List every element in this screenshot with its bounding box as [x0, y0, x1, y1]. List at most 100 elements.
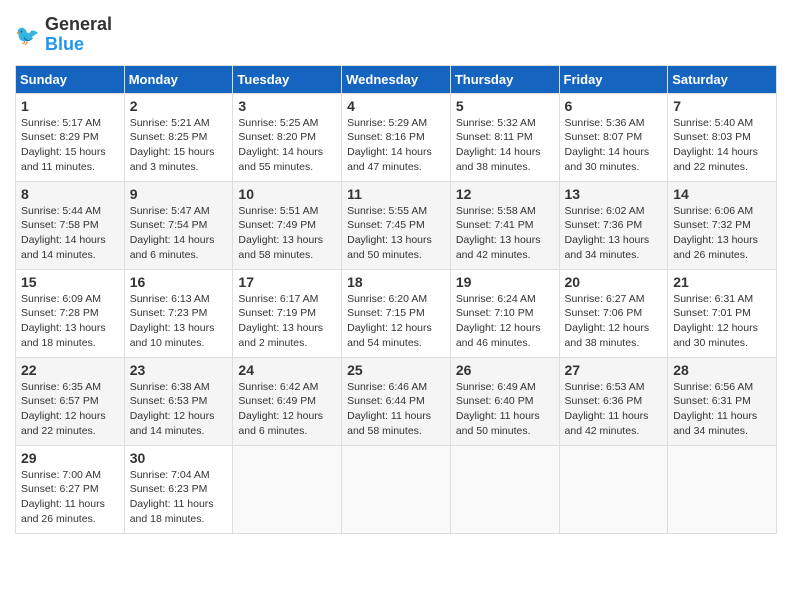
day-number: 29	[21, 450, 119, 466]
day-cell: 16 Sunrise: 6:13 AMSunset: 7:23 PMDaylig…	[124, 269, 233, 357]
day-cell: 10 Sunrise: 5:51 AMSunset: 7:49 PMDaylig…	[233, 181, 342, 269]
day-cell: 28 Sunrise: 6:56 AMSunset: 6:31 PMDaylig…	[668, 357, 777, 445]
col-header-thursday: Thursday	[450, 65, 559, 93]
day-info: Sunrise: 5:21 AMSunset: 8:25 PMDaylight:…	[130, 116, 228, 175]
day-info: Sunrise: 5:40 AMSunset: 8:03 PMDaylight:…	[673, 116, 771, 175]
day-number: 26	[456, 362, 554, 378]
week-row-2: 8 Sunrise: 5:44 AMSunset: 7:58 PMDayligh…	[16, 181, 777, 269]
logo: 🐦 General Blue	[15, 15, 112, 55]
day-info: Sunrise: 5:29 AMSunset: 8:16 PMDaylight:…	[347, 116, 445, 175]
day-info: Sunrise: 5:55 AMSunset: 7:45 PMDaylight:…	[347, 204, 445, 263]
day-number: 14	[673, 186, 771, 202]
day-cell: 2 Sunrise: 5:21 AMSunset: 8:25 PMDayligh…	[124, 93, 233, 181]
day-cell: 5 Sunrise: 5:32 AMSunset: 8:11 PMDayligh…	[450, 93, 559, 181]
day-number: 11	[347, 186, 445, 202]
week-row-4: 22 Sunrise: 6:35 AMSunset: 6:57 PMDaylig…	[16, 357, 777, 445]
day-info: Sunrise: 6:46 AMSunset: 6:44 PMDaylight:…	[347, 380, 445, 439]
day-number: 17	[238, 274, 336, 290]
day-number: 12	[456, 186, 554, 202]
day-number: 2	[130, 98, 228, 114]
day-number: 13	[565, 186, 663, 202]
day-number: 18	[347, 274, 445, 290]
day-number: 4	[347, 98, 445, 114]
day-cell	[559, 445, 668, 533]
day-info: Sunrise: 6:38 AMSunset: 6:53 PMDaylight:…	[130, 380, 228, 439]
day-number: 1	[21, 98, 119, 114]
col-header-saturday: Saturday	[668, 65, 777, 93]
day-cell: 18 Sunrise: 6:20 AMSunset: 7:15 PMDaylig…	[342, 269, 451, 357]
header-row: SundayMondayTuesdayWednesdayThursdayFrid…	[16, 65, 777, 93]
week-row-3: 15 Sunrise: 6:09 AMSunset: 7:28 PMDaylig…	[16, 269, 777, 357]
day-cell: 9 Sunrise: 5:47 AMSunset: 7:54 PMDayligh…	[124, 181, 233, 269]
day-cell: 23 Sunrise: 6:38 AMSunset: 6:53 PMDaylig…	[124, 357, 233, 445]
col-header-sunday: Sunday	[16, 65, 125, 93]
day-number: 24	[238, 362, 336, 378]
day-cell: 22 Sunrise: 6:35 AMSunset: 6:57 PMDaylig…	[16, 357, 125, 445]
day-number: 23	[130, 362, 228, 378]
day-number: 20	[565, 274, 663, 290]
day-cell: 14 Sunrise: 6:06 AMSunset: 7:32 PMDaylig…	[668, 181, 777, 269]
day-cell: 25 Sunrise: 6:46 AMSunset: 6:44 PMDaylig…	[342, 357, 451, 445]
day-cell: 4 Sunrise: 5:29 AMSunset: 8:16 PMDayligh…	[342, 93, 451, 181]
day-cell: 26 Sunrise: 6:49 AMSunset: 6:40 PMDaylig…	[450, 357, 559, 445]
page-header: 🐦 General Blue	[15, 15, 777, 55]
day-number: 10	[238, 186, 336, 202]
day-info: Sunrise: 6:24 AMSunset: 7:10 PMDaylight:…	[456, 292, 554, 351]
day-info: Sunrise: 6:20 AMSunset: 7:15 PMDaylight:…	[347, 292, 445, 351]
col-header-monday: Monday	[124, 65, 233, 93]
day-number: 25	[347, 362, 445, 378]
day-cell: 29 Sunrise: 7:00 AMSunset: 6:27 PMDaylig…	[16, 445, 125, 533]
day-info: Sunrise: 7:00 AMSunset: 6:27 PMDaylight:…	[21, 468, 119, 527]
day-info: Sunrise: 5:51 AMSunset: 7:49 PMDaylight:…	[238, 204, 336, 263]
col-header-friday: Friday	[559, 65, 668, 93]
week-row-1: 1 Sunrise: 5:17 AMSunset: 8:29 PMDayligh…	[16, 93, 777, 181]
day-number: 16	[130, 274, 228, 290]
day-info: Sunrise: 5:47 AMSunset: 7:54 PMDaylight:…	[130, 204, 228, 263]
day-cell: 27 Sunrise: 6:53 AMSunset: 6:36 PMDaylig…	[559, 357, 668, 445]
day-cell: 6 Sunrise: 5:36 AMSunset: 8:07 PMDayligh…	[559, 93, 668, 181]
day-number: 22	[21, 362, 119, 378]
day-number: 5	[456, 98, 554, 114]
day-cell: 12 Sunrise: 5:58 AMSunset: 7:41 PMDaylig…	[450, 181, 559, 269]
day-number: 28	[673, 362, 771, 378]
day-cell	[233, 445, 342, 533]
day-number: 21	[673, 274, 771, 290]
day-number: 15	[21, 274, 119, 290]
day-info: Sunrise: 6:06 AMSunset: 7:32 PMDaylight:…	[673, 204, 771, 263]
day-info: Sunrise: 6:02 AMSunset: 7:36 PMDaylight:…	[565, 204, 663, 263]
day-number: 3	[238, 98, 336, 114]
calendar-table: SundayMondayTuesdayWednesdayThursdayFrid…	[15, 65, 777, 534]
week-row-5: 29 Sunrise: 7:00 AMSunset: 6:27 PMDaylig…	[16, 445, 777, 533]
day-number: 7	[673, 98, 771, 114]
day-cell: 7 Sunrise: 5:40 AMSunset: 8:03 PMDayligh…	[668, 93, 777, 181]
day-cell: 3 Sunrise: 5:25 AMSunset: 8:20 PMDayligh…	[233, 93, 342, 181]
day-info: Sunrise: 6:31 AMSunset: 7:01 PMDaylight:…	[673, 292, 771, 351]
day-info: Sunrise: 5:17 AMSunset: 8:29 PMDaylight:…	[21, 116, 119, 175]
day-info: Sunrise: 5:32 AMSunset: 8:11 PMDaylight:…	[456, 116, 554, 175]
day-info: Sunrise: 6:49 AMSunset: 6:40 PMDaylight:…	[456, 380, 554, 439]
day-number: 6	[565, 98, 663, 114]
day-cell: 21 Sunrise: 6:31 AMSunset: 7:01 PMDaylig…	[668, 269, 777, 357]
day-cell: 13 Sunrise: 6:02 AMSunset: 7:36 PMDaylig…	[559, 181, 668, 269]
day-number: 8	[21, 186, 119, 202]
day-cell: 30 Sunrise: 7:04 AMSunset: 6:23 PMDaylig…	[124, 445, 233, 533]
day-number: 19	[456, 274, 554, 290]
day-cell: 19 Sunrise: 6:24 AMSunset: 7:10 PMDaylig…	[450, 269, 559, 357]
day-cell	[450, 445, 559, 533]
day-info: Sunrise: 6:17 AMSunset: 7:19 PMDaylight:…	[238, 292, 336, 351]
col-header-wednesday: Wednesday	[342, 65, 451, 93]
day-cell: 20 Sunrise: 6:27 AMSunset: 7:06 PMDaylig…	[559, 269, 668, 357]
day-cell: 15 Sunrise: 6:09 AMSunset: 7:28 PMDaylig…	[16, 269, 125, 357]
day-cell: 8 Sunrise: 5:44 AMSunset: 7:58 PMDayligh…	[16, 181, 125, 269]
day-number: 27	[565, 362, 663, 378]
day-cell	[668, 445, 777, 533]
day-cell: 17 Sunrise: 6:17 AMSunset: 7:19 PMDaylig…	[233, 269, 342, 357]
day-number: 9	[130, 186, 228, 202]
day-cell: 11 Sunrise: 5:55 AMSunset: 7:45 PMDaylig…	[342, 181, 451, 269]
day-info: Sunrise: 6:42 AMSunset: 6:49 PMDaylight:…	[238, 380, 336, 439]
day-info: Sunrise: 5:58 AMSunset: 7:41 PMDaylight:…	[456, 204, 554, 263]
day-info: Sunrise: 5:36 AMSunset: 8:07 PMDaylight:…	[565, 116, 663, 175]
logo-text: General Blue	[45, 15, 112, 55]
day-info: Sunrise: 5:44 AMSunset: 7:58 PMDaylight:…	[21, 204, 119, 263]
day-cell: 1 Sunrise: 5:17 AMSunset: 8:29 PMDayligh…	[16, 93, 125, 181]
